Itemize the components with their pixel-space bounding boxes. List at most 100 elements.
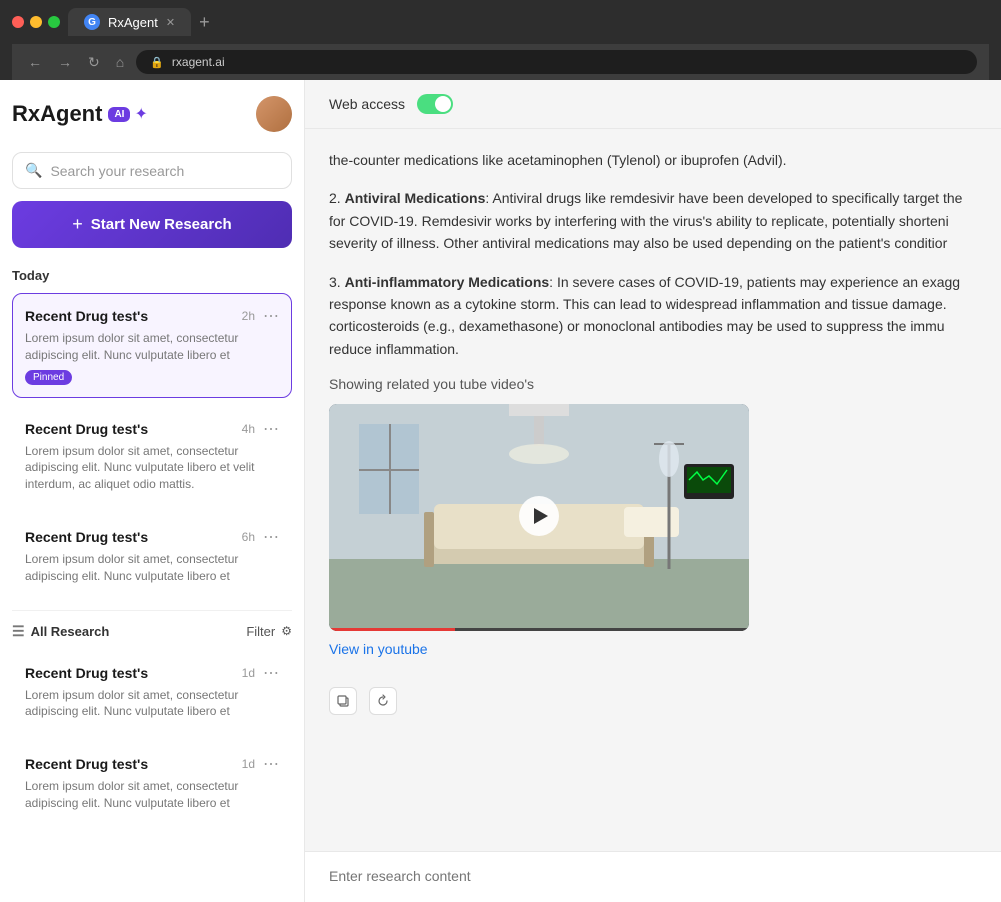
ar-card-1-excerpt: Lorem ipsum dolor sit amet, consectetur … [25, 687, 279, 721]
copy-icon-button[interactable] [329, 687, 357, 715]
new-tab-button[interactable]: + [199, 12, 210, 33]
card-3-menu[interactable]: ⋯ [263, 527, 279, 547]
section2-title: Antiviral Medications [345, 190, 486, 206]
home-button[interactable]: ⌂ [112, 52, 128, 72]
refresh-icon-button[interactable] [369, 687, 397, 715]
card-1-meta: 2h ⋯ [242, 306, 279, 326]
refresh-button[interactable]: ↻ [84, 52, 104, 73]
logo-agent: Agent [40, 101, 102, 126]
address-bar[interactable]: 🔒 rxagent.ai [136, 50, 977, 74]
card-1-menu[interactable]: ⋯ [263, 306, 279, 326]
today-card-1[interactable]: Recent Drug test's 2h ⋯ Lorem ipsum dolo… [12, 293, 292, 398]
video-container [329, 404, 749, 631]
new-research-button[interactable]: + Start New Research [12, 201, 292, 248]
refresh-icon [376, 694, 390, 708]
forward-button[interactable]: → [54, 52, 76, 72]
all-research-card-1[interactable]: Recent Drug test's 1d ⋯ Lorem ipsum dolo… [12, 650, 292, 734]
all-research-card-2[interactable]: Recent Drug test's 1d ⋯ Lorem ipsum dolo… [12, 741, 292, 825]
card-1-title: Recent Drug test's [25, 308, 148, 324]
search-icon: 🔍 [25, 162, 42, 179]
sidebar-header: RxAgent AI ✦ [12, 96, 292, 132]
ar-card-1-title: Recent Drug test's [25, 665, 148, 681]
tab-close-button[interactable]: ✕ [166, 16, 175, 29]
ar-card-2-header: Recent Drug test's 1d ⋯ [25, 754, 279, 774]
play-button[interactable] [519, 496, 559, 536]
card-2-time: 4h [242, 422, 255, 436]
bottom-input-area [305, 851, 1001, 902]
ar-card-2-title: Recent Drug test's [25, 756, 148, 772]
filter-label: Filter [246, 624, 275, 639]
plus-icon: + [72, 214, 83, 235]
ar-card-1-header: Recent Drug test's 1d ⋯ [25, 663, 279, 683]
video-progress-bar[interactable] [329, 628, 749, 631]
logo-ai-badge: AI [108, 107, 130, 122]
filter-icon: ⚙ [281, 624, 292, 638]
tab-favicon: G [84, 14, 100, 30]
ar-card-1-menu[interactable]: ⋯ [263, 663, 279, 683]
tab-title: RxAgent [108, 15, 158, 30]
avatar-image [256, 96, 292, 132]
action-icons-area [329, 675, 977, 715]
today-label: Today [12, 268, 292, 283]
ar-card-2-meta: 1d ⋯ [242, 754, 279, 774]
card-2-meta: 4h ⋯ [242, 419, 279, 439]
card-1-header: Recent Drug test's 2h ⋯ [25, 306, 279, 326]
section3-number: 3. [329, 274, 341, 290]
filter-button[interactable]: Filter ⚙ [246, 624, 292, 639]
new-research-label: Start New Research [91, 216, 232, 233]
section2-number: 2. [329, 190, 341, 206]
browser-toolbar: ← → ↻ ⌂ 🔒 rxagent.ai [12, 44, 989, 80]
sparkle-icon: ✦ [134, 104, 147, 124]
ar-card-1-meta: 1d ⋯ [242, 663, 279, 683]
card-3-time: 6h [242, 530, 255, 544]
intro-text: the-counter medications like acetaminoph… [329, 152, 787, 168]
traffic-light-red[interactable] [12, 16, 24, 28]
section3-title: Anti-inflammatory Medications [345, 274, 550, 290]
card-3-meta: 6h ⋯ [242, 527, 279, 547]
lock-icon: 🔒 [150, 56, 164, 69]
divider [12, 610, 292, 611]
intro-paragraph: the-counter medications like acetaminoph… [329, 149, 977, 171]
card-2-header: Recent Drug test's 4h ⋯ [25, 419, 279, 439]
sidebar: RxAgent AI ✦ 🔍 Search your research + St… [0, 80, 305, 902]
card-2-excerpt: Lorem ipsum dolor sit amet, consectetur … [25, 443, 279, 493]
ar-card-1-time: 1d [242, 666, 255, 680]
section2-paragraph: 2. Antiviral Medications: Antiviral drug… [329, 187, 977, 254]
card-1-excerpt: Lorem ipsum dolor sit amet, consectetur … [25, 330, 279, 364]
youtube-label: Showing related you tube video's [329, 376, 977, 392]
card-2-title: Recent Drug test's [25, 421, 148, 437]
today-card-3[interactable]: Recent Drug test's 6h ⋯ Lorem ipsum dolo… [12, 514, 292, 598]
avatar[interactable] [256, 96, 292, 132]
web-access-label: Web access [329, 96, 405, 112]
ar-card-2-excerpt: Lorem ipsum dolor sit amet, consectetur … [25, 778, 279, 812]
video-progress-fill [329, 628, 455, 631]
search-bar[interactable]: 🔍 Search your research [12, 152, 292, 189]
traffic-light-yellow[interactable] [30, 16, 42, 28]
today-card-2[interactable]: Recent Drug test's 4h ⋯ Lorem ipsum dolo… [12, 406, 292, 506]
browser-tab[interactable]: G RxAgent ✕ [68, 8, 191, 36]
ar-card-2-time: 1d [242, 757, 255, 771]
back-button[interactable]: ← [24, 52, 46, 72]
section3-paragraph: 3. Anti-inflammatory Medications: In sev… [329, 271, 977, 361]
video-thumbnail [329, 404, 749, 628]
research-input[interactable] [329, 868, 977, 884]
youtube-link[interactable]: View in youtube [329, 641, 428, 657]
all-research-label-group: ☰ All Research [12, 623, 109, 640]
ar-card-2-menu[interactable]: ⋯ [263, 754, 279, 774]
logo: RxAgent AI ✦ [12, 101, 148, 127]
content-area: the-counter medications like acetaminoph… [305, 129, 1001, 851]
pinned-badge: Pinned [25, 370, 72, 385]
card-1-time: 2h [242, 309, 255, 323]
play-icon [534, 508, 548, 524]
card-3-excerpt: Lorem ipsum dolor sit amet, consectetur … [25, 551, 279, 585]
card-3-header: Recent Drug test's 6h ⋯ [25, 527, 279, 547]
web-access-toggle[interactable] [417, 94, 453, 114]
all-research-header: ☰ All Research Filter ⚙ [12, 623, 292, 640]
all-research-label: All Research [31, 624, 110, 639]
list-icon: ☰ [12, 623, 25, 640]
traffic-light-green[interactable] [48, 16, 60, 28]
main-content: Web access the-counter medications like … [305, 80, 1001, 902]
logo-rx: Rx [12, 101, 40, 126]
toggle-knob [435, 96, 451, 112]
card-2-menu[interactable]: ⋯ [263, 419, 279, 439]
